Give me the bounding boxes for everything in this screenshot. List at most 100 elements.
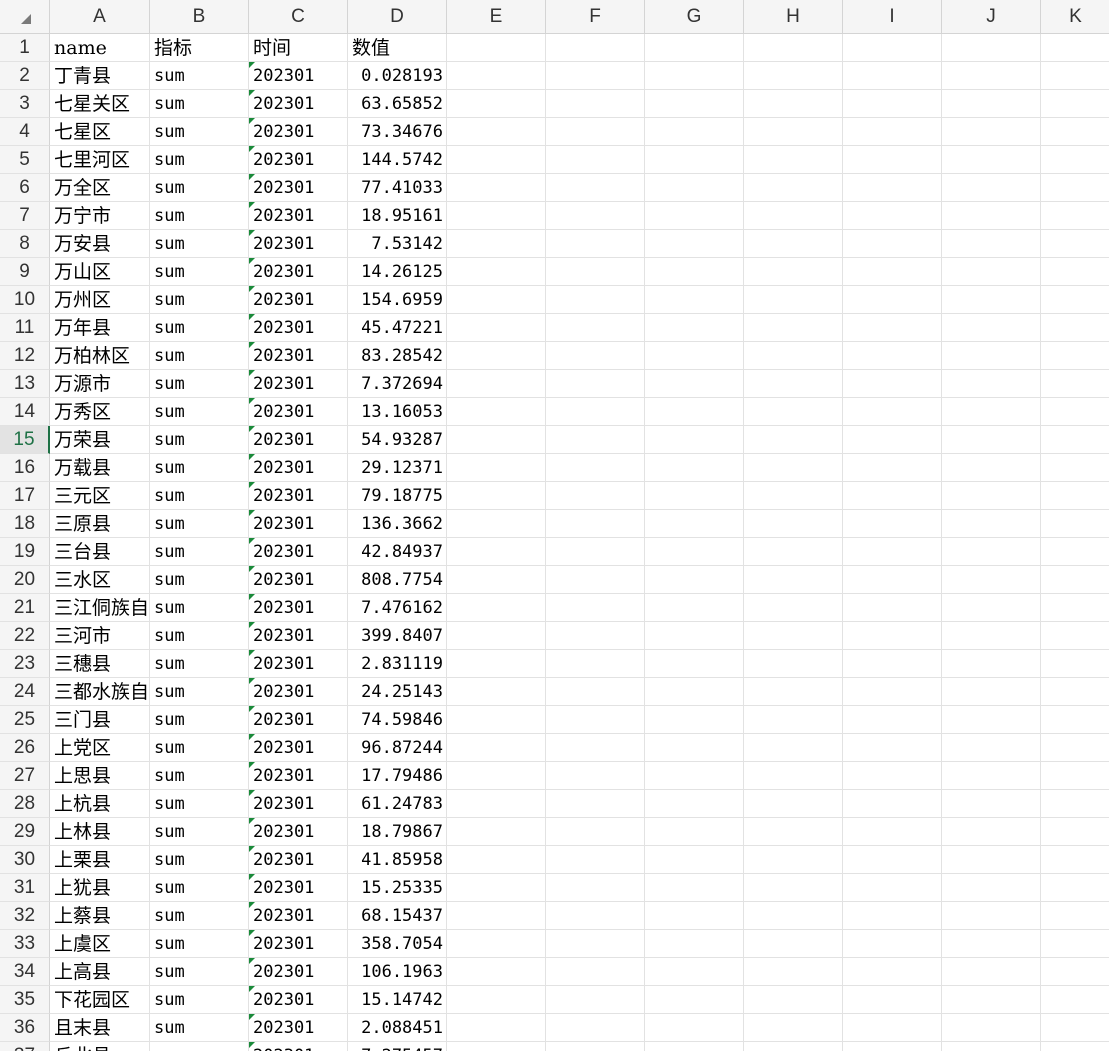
cell-empty[interactable] xyxy=(546,230,645,258)
cell-b[interactable]: sum xyxy=(150,146,249,174)
cell-empty[interactable] xyxy=(447,678,546,706)
cell-a[interactable]: 七星关区 xyxy=(50,90,150,118)
cell-empty[interactable] xyxy=(447,482,546,510)
cell-empty[interactable] xyxy=(1041,622,1109,650)
row-header[interactable]: 2 xyxy=(0,62,50,90)
cell-b[interactable]: sum xyxy=(150,622,249,650)
cell-empty[interactable] xyxy=(1041,258,1109,286)
cell-empty[interactable] xyxy=(942,566,1041,594)
cell-b[interactable]: sum xyxy=(150,734,249,762)
cell-c[interactable]: 202301 xyxy=(249,818,348,846)
cell-empty[interactable] xyxy=(843,902,942,930)
cell-empty[interactable] xyxy=(645,538,744,566)
cell-b[interactable]: sum xyxy=(150,594,249,622)
cell-a[interactable]: 七里河区 xyxy=(50,146,150,174)
cell-empty[interactable] xyxy=(744,286,843,314)
cell-empty[interactable] xyxy=(1041,846,1109,874)
cell-c[interactable]: 202301 xyxy=(249,202,348,230)
cell-empty[interactable] xyxy=(1041,930,1109,958)
cell-empty[interactable] xyxy=(645,930,744,958)
cell-empty[interactable] xyxy=(942,734,1041,762)
cell-empty[interactable] xyxy=(447,762,546,790)
cell-c[interactable]: 202301 xyxy=(249,370,348,398)
row-header[interactable]: 8 xyxy=(0,230,50,258)
cell-empty[interactable] xyxy=(645,902,744,930)
cell-empty[interactable] xyxy=(843,706,942,734)
cell-empty[interactable] xyxy=(942,62,1041,90)
cell-empty[interactable] xyxy=(942,650,1041,678)
cell-empty[interactable] xyxy=(1041,706,1109,734)
cell-d[interactable]: 154.6959 xyxy=(348,286,447,314)
cell-d[interactable]: 45.47221 xyxy=(348,314,447,342)
cell-empty[interactable] xyxy=(645,482,744,510)
row-header[interactable]: 12 xyxy=(0,342,50,370)
cell-d[interactable]: 2.088451 xyxy=(348,1014,447,1042)
cell-empty[interactable] xyxy=(942,790,1041,818)
cell-empty[interactable] xyxy=(942,34,1041,62)
cell-empty[interactable] xyxy=(843,818,942,846)
cell-empty[interactable] xyxy=(744,706,843,734)
cell-a[interactable]: 万载县 xyxy=(50,454,150,482)
cell-a[interactable]: 三水区 xyxy=(50,566,150,594)
cell-empty[interactable] xyxy=(546,482,645,510)
cell-empty[interactable] xyxy=(447,874,546,902)
cell-b[interactable]: sum xyxy=(150,1042,249,1051)
cell-empty[interactable] xyxy=(843,1014,942,1042)
cell-empty[interactable] xyxy=(447,958,546,986)
cell-c[interactable]: 202301 xyxy=(249,538,348,566)
cell-c[interactable]: 202301 xyxy=(249,314,348,342)
cell-b[interactable]: sum xyxy=(150,678,249,706)
cell-empty[interactable] xyxy=(744,790,843,818)
cell-empty[interactable] xyxy=(744,538,843,566)
cell-a[interactable]: 三都水族自治县 xyxy=(50,678,150,706)
cell-a[interactable]: 三元区 xyxy=(50,482,150,510)
cell-a[interactable]: 上犹县 xyxy=(50,874,150,902)
cell-empty[interactable] xyxy=(447,734,546,762)
cell-empty[interactable] xyxy=(645,1014,744,1042)
cell-empty[interactable] xyxy=(744,734,843,762)
cell-empty[interactable] xyxy=(1041,902,1109,930)
cell-d[interactable]: 68.15437 xyxy=(348,902,447,930)
cell-empty[interactable] xyxy=(447,398,546,426)
cell-empty[interactable] xyxy=(744,202,843,230)
cell-c[interactable]: 202301 xyxy=(249,986,348,1014)
cell-empty[interactable] xyxy=(645,986,744,1014)
cell-empty[interactable] xyxy=(843,678,942,706)
cell-empty[interactable] xyxy=(1041,678,1109,706)
cell-empty[interactable] xyxy=(843,930,942,958)
cell-empty[interactable] xyxy=(447,118,546,146)
cell-empty[interactable] xyxy=(447,342,546,370)
cell-b[interactable]: sum xyxy=(150,566,249,594)
cell-empty[interactable] xyxy=(447,622,546,650)
cell-a[interactable]: 万柏林区 xyxy=(50,342,150,370)
cell-empty[interactable] xyxy=(843,286,942,314)
row-header[interactable]: 30 xyxy=(0,846,50,874)
cell-a[interactable]: 丁青县 xyxy=(50,62,150,90)
cell-empty[interactable] xyxy=(942,622,1041,650)
cell-empty[interactable] xyxy=(546,90,645,118)
cell-empty[interactable] xyxy=(447,146,546,174)
cell-empty[interactable] xyxy=(447,286,546,314)
cell-empty[interactable] xyxy=(645,734,744,762)
row-header[interactable]: 10 xyxy=(0,286,50,314)
cell-empty[interactable] xyxy=(1041,286,1109,314)
cell-b[interactable]: sum xyxy=(150,706,249,734)
cell-empty[interactable] xyxy=(645,286,744,314)
column-header-d[interactable]: D xyxy=(348,0,447,33)
cell-empty[interactable] xyxy=(546,258,645,286)
cell-empty[interactable] xyxy=(447,230,546,258)
cell-empty[interactable] xyxy=(645,566,744,594)
cell-d[interactable]: 74.59846 xyxy=(348,706,447,734)
cell-empty[interactable] xyxy=(447,1042,546,1051)
cell-a[interactable]: 万荣县 xyxy=(50,426,150,454)
cell-empty[interactable] xyxy=(447,650,546,678)
cell-empty[interactable] xyxy=(843,118,942,146)
row-header[interactable]: 23 xyxy=(0,650,50,678)
cell-d[interactable]: 358.7054 xyxy=(348,930,447,958)
cell-d[interactable]: 63.65852 xyxy=(348,90,447,118)
cell-empty[interactable] xyxy=(546,510,645,538)
cell-empty[interactable] xyxy=(744,566,843,594)
cell-empty[interactable] xyxy=(1041,454,1109,482)
cell-empty[interactable] xyxy=(942,1042,1041,1051)
cell-empty[interactable] xyxy=(942,510,1041,538)
